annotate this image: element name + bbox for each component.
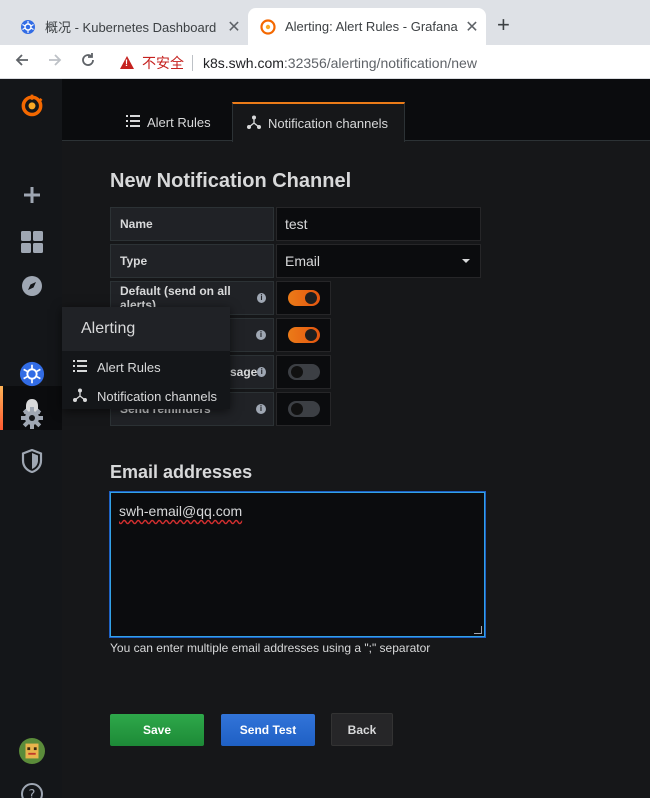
new-tab-button[interactable]: +	[497, 12, 510, 38]
send-reminders-switch-box	[276, 392, 331, 426]
include-image-toggle[interactable]	[287, 327, 320, 343]
email-addresses-textarea[interactable]: swh-email@qq.com	[110, 492, 485, 637]
list-icon	[72, 359, 88, 375]
tab-title: Alerting: Alert Rules - Grafana	[285, 19, 458, 34]
url-separator	[192, 54, 193, 71]
security-label[interactable]: 不安全	[142, 53, 184, 73]
send-test-button[interactable]: Send Test	[221, 714, 315, 746]
default-switch-box	[276, 281, 331, 315]
url-path: :32356/alerting/notification/new	[283, 54, 477, 71]
back-arrow-icon[interactable]	[10, 50, 34, 74]
tab-label: Notification channels	[268, 115, 388, 131]
share-nodes-icon	[247, 115, 261, 132]
user-avatar-icon[interactable]	[19, 738, 45, 764]
warning-icon[interactable]	[120, 56, 134, 69]
tab-alert-rules[interactable]: Alert Rules	[112, 102, 225, 142]
address-bar[interactable]: 不安全 k8s.swh.com:32356/alerting/notificat…	[112, 49, 642, 76]
resize-grip-icon[interactable]	[474, 626, 482, 634]
caret-down-icon	[462, 259, 470, 263]
alerting-menu-header[interactable]: Alerting	[62, 307, 230, 351]
reload-icon[interactable]	[76, 50, 100, 74]
url-host: k8s.swh.com	[203, 54, 284, 71]
menu-item-notification-channels[interactable]: Notification channels	[72, 385, 217, 407]
list-icon	[126, 114, 140, 130]
help-icon-glyph: ?	[29, 788, 36, 798]
back-button[interactable]: Back	[331, 713, 393, 746]
page-title: New Notification Channel	[110, 170, 352, 192]
info-icon[interactable]: i	[256, 404, 266, 414]
email-help-text: You can enter multiple email addresses u…	[110, 641, 431, 655]
menu-item-label: Alert Rules	[97, 359, 161, 375]
disable-resolve-label-text: sage	[230, 365, 258, 379]
gear-icon[interactable]	[19, 405, 45, 431]
tab-label: Alert Rules	[147, 114, 211, 130]
type-select[interactable]: Email	[276, 244, 481, 278]
send-reminders-toggle[interactable]	[287, 401, 320, 417]
type-select-value: Email	[285, 253, 321, 269]
alerting-dropdown-menu: Alerting Alert Rules Notification channe…	[62, 307, 230, 409]
info-icon[interactable]: i	[256, 293, 266, 303]
close-tab-icon[interactable]: ✕	[462, 17, 482, 37]
menu-item-label: Notification channels	[97, 388, 217, 404]
type-label: Type	[110, 244, 274, 278]
browser-tabstrip: 概况 - Kubernetes Dashboard ✕ Alerting: Al…	[0, 0, 650, 45]
browser-tab-kubernetes[interactable]: 概况 - Kubernetes Dashboard ✕	[8, 8, 248, 45]
default-toggle[interactable]	[287, 290, 320, 306]
plus-icon[interactable]	[19, 182, 45, 208]
dashboards-icon[interactable]	[19, 229, 45, 255]
name-input[interactable]: test	[276, 207, 481, 241]
name-label: Name	[110, 207, 274, 241]
include-image-switch-box	[276, 318, 331, 352]
kubernetes-icon	[21, 19, 35, 34]
tab-notification-channels[interactable]: Notification channels	[232, 102, 405, 142]
email-value: swh-email@qq.com	[119, 503, 243, 519]
grafana-icon	[260, 18, 276, 35]
kubernetes-icon[interactable]	[19, 361, 45, 387]
info-icon[interactable]: i	[256, 330, 266, 340]
save-button[interactable]: Save	[110, 714, 204, 746]
close-tab-icon[interactable]: ✕	[224, 17, 244, 37]
shield-icon[interactable]	[19, 448, 45, 474]
email-section-title: Email addresses	[110, 462, 253, 482]
menu-item-alert-rules[interactable]: Alert Rules	[72, 356, 161, 378]
grafana-sidebar: ?	[0, 79, 62, 798]
forward-arrow-icon[interactable]	[43, 50, 67, 74]
browser-tab-grafana[interactable]: Alerting: Alert Rules - Grafana ✕	[248, 8, 486, 45]
help-icon[interactable]: ?	[19, 781, 45, 798]
disable-resolve-switch-box	[276, 355, 331, 389]
page-header: Alert Rules Notification channels	[62, 79, 650, 142]
browser-toolbar: 不安全 k8s.swh.com:32356/alerting/notificat…	[0, 45, 650, 79]
form-row-name: Name test	[110, 207, 481, 241]
share-nodes-icon	[72, 388, 88, 405]
disable-resolve-toggle[interactable]	[287, 364, 320, 380]
grafana-logo-icon[interactable]	[19, 92, 45, 118]
info-icon[interactable]: i	[257, 367, 266, 377]
tab-title: 概况 - Kubernetes Dashboard	[45, 20, 217, 35]
form-row-type: Type Email	[110, 244, 481, 278]
explore-icon[interactable]	[19, 273, 45, 299]
